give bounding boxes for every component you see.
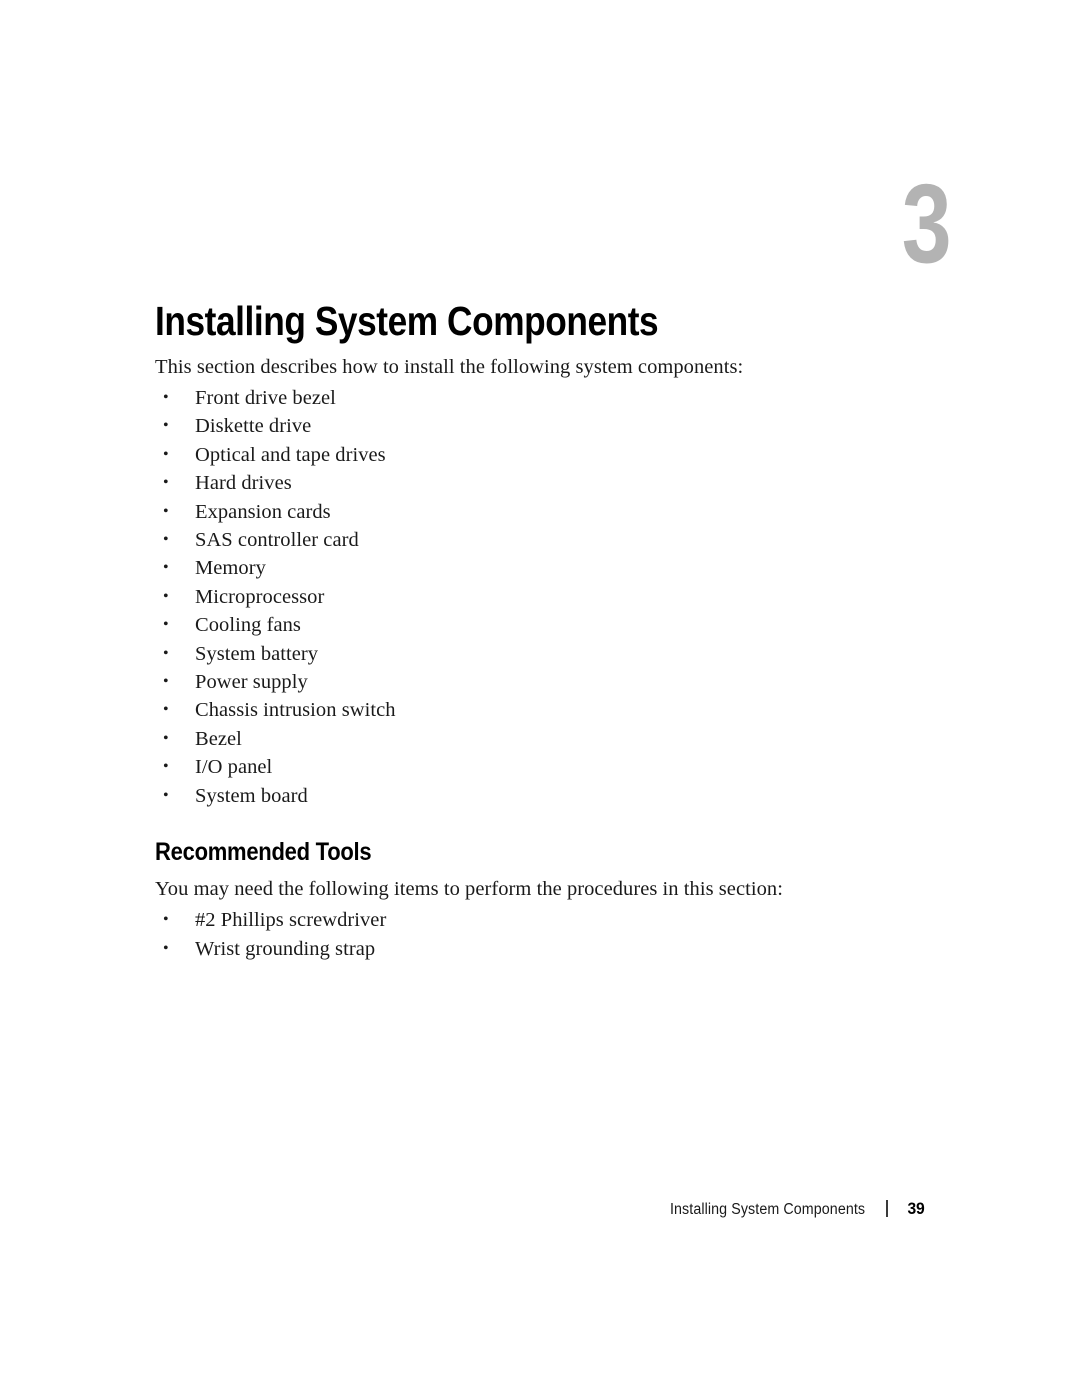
tools-list: • #2 Phillips screwdriver • Wrist ground… — [155, 906, 895, 963]
list-item-label: Microprocessor — [195, 585, 325, 608]
intro-paragraph: This section describes how to install th… — [155, 356, 744, 378]
list-item: • Microprocessor — [155, 583, 895, 611]
list-item: • I/O panel — [155, 753, 895, 781]
footer-page-number: 39 — [907, 1199, 925, 1218]
bullet-icon: • — [163, 445, 169, 463]
chapter-number: 3 — [901, 161, 952, 286]
recommended-tools-heading: Recommended Tools — [155, 838, 372, 867]
list-item: • Power supply — [155, 668, 895, 696]
list-item-label: Optical and tape drives — [195, 443, 386, 466]
footer-chapter-title: Installing System Components — [669, 1201, 865, 1218]
list-item-label: Expansion cards — [195, 500, 331, 523]
list-item-label: Bezel — [195, 727, 242, 750]
bullet-icon: • — [163, 559, 169, 577]
bullet-icon: • — [163, 417, 169, 435]
bullet-icon: • — [163, 758, 169, 776]
list-item-label: System board — [195, 784, 308, 807]
bullet-icon: • — [163, 786, 169, 804]
list-item-label: I/O panel — [195, 756, 273, 779]
list-item-label: Chassis intrusion switch — [195, 699, 396, 722]
bullet-icon: • — [163, 616, 169, 634]
list-item-label: Power supply — [195, 671, 308, 694]
list-item-label: Memory — [195, 557, 266, 580]
bullet-icon: • — [163, 939, 169, 957]
list-item: • Memory — [155, 554, 895, 582]
list-item: • #2 Phillips screwdriver — [155, 906, 895, 934]
list-item-label: Diskette drive — [195, 415, 312, 438]
bullet-icon: • — [163, 644, 169, 662]
page-footer: Installing System Components 39 — [0, 1199, 925, 1219]
bullet-icon: • — [163, 729, 169, 747]
list-item: • Hard drives — [155, 469, 895, 497]
list-item-label: System battery — [195, 642, 319, 665]
list-item-label: #2 Phillips screwdriver — [195, 909, 387, 932]
list-item: • Expansion cards — [155, 498, 895, 526]
document-page: 3 Installing System Components This sect… — [0, 0, 1080, 1397]
list-item: • System battery — [155, 640, 895, 668]
page-title: Installing System Components — [155, 298, 659, 344]
list-item: • Chassis intrusion switch — [155, 696, 895, 724]
list-item: • Cooling fans — [155, 611, 895, 639]
list-item: • Optical and tape drives — [155, 441, 895, 469]
bullet-icon: • — [163, 474, 169, 492]
bullet-icon: • — [163, 389, 169, 406]
component-list: • Front drive bezel • Diskette drive • O… — [155, 384, 895, 810]
list-item-label: Hard drives — [195, 472, 292, 495]
recommended-tools-paragraph: You may need the following items to perf… — [155, 878, 783, 901]
list-item-label: Wrist grounding strap — [195, 937, 376, 960]
list-item: • System board — [155, 782, 895, 810]
list-item: • Diskette drive — [155, 412, 895, 440]
bullet-icon: • — [163, 673, 169, 691]
bullet-icon: • — [163, 502, 169, 520]
bullet-icon: • — [163, 911, 169, 929]
bullet-icon: • — [163, 531, 169, 549]
page-content: Installing System Components This sectio… — [155, 298, 895, 963]
list-item-label: Cooling fans — [195, 614, 301, 637]
list-item: • Wrist grounding strap — [155, 935, 895, 963]
footer-separator — [886, 1200, 889, 1217]
list-item: • Front drive bezel — [155, 384, 895, 412]
list-item: • Bezel — [155, 725, 895, 753]
list-item: • SAS controller card — [155, 526, 895, 554]
bullet-icon: • — [163, 587, 169, 605]
list-item-label: SAS controller card — [195, 529, 359, 552]
bullet-icon: • — [163, 701, 169, 719]
list-item-label: Front drive bezel — [195, 387, 336, 409]
